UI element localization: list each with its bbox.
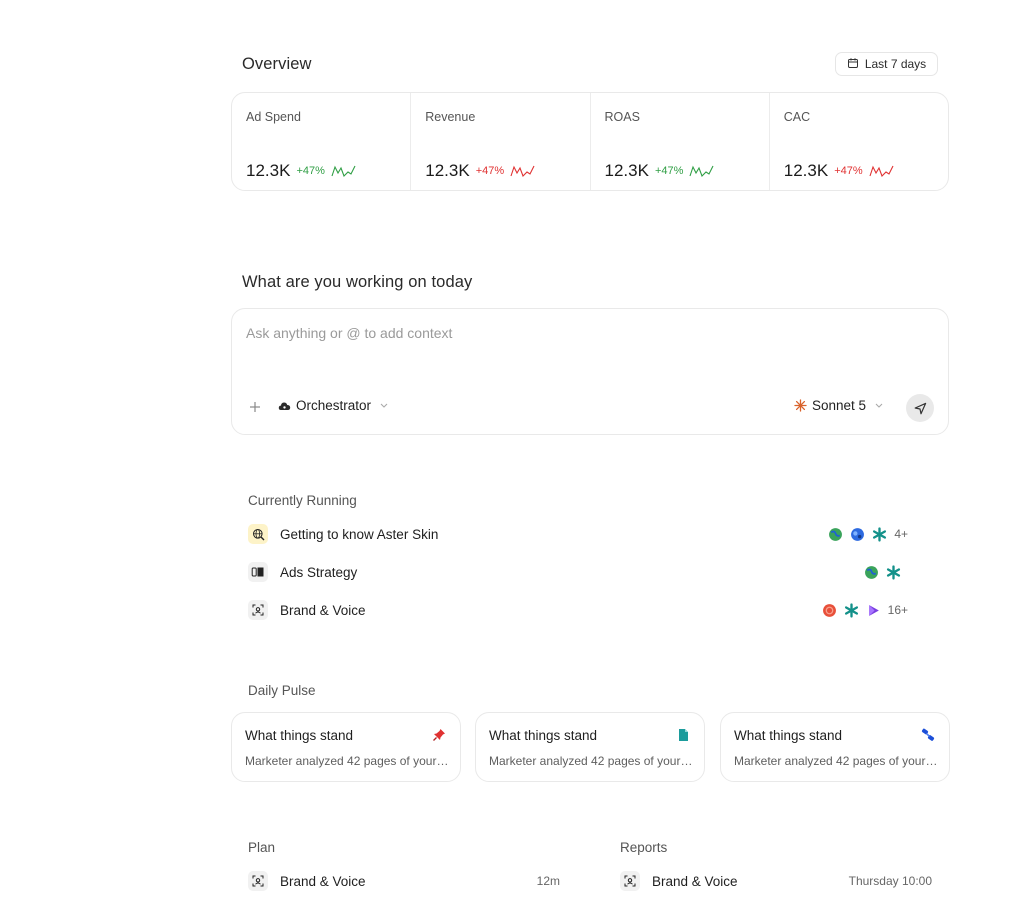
cloud-icon bbox=[278, 402, 291, 410]
send-button[interactable] bbox=[906, 394, 934, 422]
composer-title: What are you working on today bbox=[242, 273, 473, 291]
sparkle-burst-icon bbox=[794, 399, 807, 412]
running-item[interactable]: Brand & Voice 16+ bbox=[248, 599, 908, 621]
report-item-time: Thursday 10:00 bbox=[848, 874, 932, 888]
metric-label: CAC bbox=[783, 110, 811, 124]
metric-roas[interactable]: ROAS 12.3K +47% bbox=[591, 93, 770, 190]
running-label: Currently Running bbox=[248, 493, 357, 508]
asterisk-teal-icon bbox=[844, 602, 858, 618]
agent-label: Orchestrator bbox=[296, 398, 372, 413]
send-icon bbox=[914, 402, 926, 414]
metric-change: +47% bbox=[296, 165, 325, 177]
metric-value: 12.3K bbox=[246, 161, 291, 180]
plan-label: Plan bbox=[248, 840, 276, 855]
play-purple-icon bbox=[868, 604, 879, 616]
metrics-panel: Ad Spend 12.3K +47% Revenue 12.3K +47% R… bbox=[231, 92, 949, 191]
metric-change: +47% bbox=[834, 165, 863, 177]
globe-green-icon bbox=[865, 565, 878, 579]
plan-item[interactable]: Brand & Voice 12m bbox=[248, 870, 560, 892]
agent-select[interactable]: Orchestrator bbox=[278, 398, 392, 413]
pulse-card-desc: Marketer analyzed 42 pages of your websi… bbox=[245, 754, 449, 768]
metric-change: +47% bbox=[475, 165, 505, 177]
report-item[interactable]: Brand & Voice Thursday 10:00 bbox=[620, 870, 932, 892]
running-item[interactable]: Getting to know Aster Skin 4+ bbox=[248, 523, 908, 545]
chevron-down-icon bbox=[875, 403, 883, 408]
plan-item-title: Brand & Voice bbox=[280, 873, 366, 889]
sparkline-down-icon bbox=[510, 165, 535, 177]
pulse-card[interactable]: What things stand Marketer analyzed 42 p… bbox=[475, 712, 705, 782]
globe-search-icon bbox=[248, 524, 268, 544]
pulse-card-title: What things stand bbox=[245, 728, 354, 743]
meta-icon bbox=[248, 562, 268, 582]
pulse-card-desc: Marketer analyzed 42 pages of your websi… bbox=[734, 754, 938, 768]
metric-cac[interactable]: CAC 12.3K +47% bbox=[770, 93, 948, 190]
date-range-button[interactable]: Last 7 days bbox=[835, 52, 938, 76]
asterisk-teal-icon bbox=[886, 564, 901, 580]
scan-face-icon bbox=[248, 871, 268, 891]
model-select[interactable]: Sonnet 5 bbox=[794, 398, 887, 413]
pulse-card[interactable]: What things stand Marketer analyzed 42 p… bbox=[231, 712, 461, 782]
pulse-card[interactable]: What things stand Marketer analyzed 42 p… bbox=[720, 712, 950, 782]
running-item-title: Ads Strategy bbox=[280, 564, 358, 580]
prompt-input[interactable] bbox=[246, 325, 926, 341]
sparkline-up-icon bbox=[689, 165, 714, 177]
metric-value: 12.3K bbox=[783, 161, 829, 180]
agent-count: 4+ bbox=[894, 527, 908, 541]
scan-face-icon bbox=[248, 600, 268, 620]
plus-icon bbox=[250, 402, 260, 412]
running-item[interactable]: Ads Strategy bbox=[248, 561, 908, 583]
metric-label: ROAS bbox=[604, 110, 640, 124]
metric-label: Revenue bbox=[425, 110, 476, 124]
running-item-title: Getting to know Aster Skin bbox=[280, 526, 439, 542]
sparkline-down-icon bbox=[869, 165, 894, 177]
metric-revenue[interactable]: Revenue 12.3K +47% bbox=[411, 93, 591, 190]
pushpin-icon bbox=[433, 729, 445, 741]
globe-blue-icon bbox=[851, 527, 865, 541]
scan-face-icon bbox=[620, 871, 640, 891]
plan-item-time: 12m bbox=[536, 874, 560, 888]
overview-title: Overview bbox=[242, 55, 312, 73]
link-icon bbox=[921, 728, 935, 741]
reports-label: Reports bbox=[620, 840, 668, 855]
metric-change: +47% bbox=[654, 165, 684, 177]
pulse-card-title: What things stand bbox=[489, 728, 598, 743]
pulse-label: Daily Pulse bbox=[248, 683, 316, 698]
metric-value: 12.3K bbox=[425, 161, 470, 180]
add-context-button[interactable] bbox=[246, 398, 264, 416]
metric-value: 12.3K bbox=[604, 161, 649, 180]
calendar-icon bbox=[847, 57, 859, 72]
document-icon bbox=[679, 729, 688, 741]
sparkline-up-icon bbox=[331, 165, 356, 177]
chevron-down-icon bbox=[380, 403, 388, 408]
metric-ad-spend[interactable]: Ad Spend 12.3K +47% bbox=[232, 93, 412, 190]
pulse-card-desc: Marketer analyzed 42 pages of your websi… bbox=[489, 754, 693, 768]
report-item-title: Brand & Voice bbox=[652, 873, 738, 889]
running-item-title: Brand & Voice bbox=[280, 602, 366, 618]
date-range-label: Last 7 days bbox=[864, 57, 927, 71]
pulse-card-title: What things stand bbox=[734, 728, 843, 743]
model-label: Sonnet 5 bbox=[812, 398, 867, 413]
metric-label: Ad Spend bbox=[246, 110, 301, 124]
asterisk-teal-icon bbox=[873, 526, 887, 542]
agent-count: 16+ bbox=[887, 603, 908, 617]
globe-green-icon bbox=[829, 527, 843, 541]
composer: Orchestrator Sonnet 5 bbox=[231, 308, 949, 435]
globe-red-icon bbox=[822, 603, 836, 617]
